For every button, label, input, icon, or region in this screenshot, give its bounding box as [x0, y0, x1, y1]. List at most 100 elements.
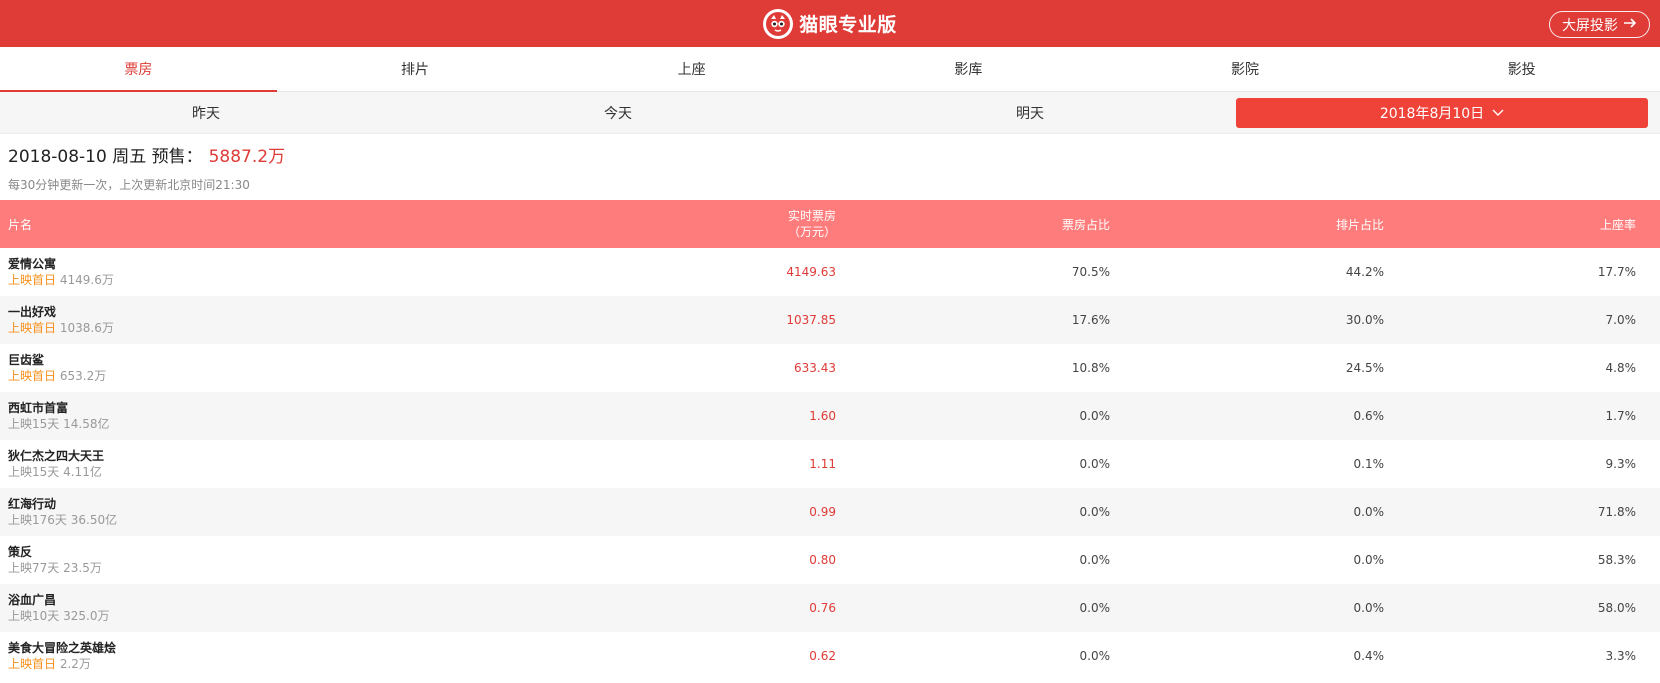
summary: 2018-08-10 周五 预售： 5887.2万 每30分钟更新一次，上次更新…: [0, 134, 1660, 200]
show-ratio: 0.0%: [1353, 553, 1385, 567]
release-tag: 上映10天: [8, 609, 60, 623]
table-row[interactable]: 巨齿鲨 上映首日 653.2万 633.43 10.8% 24.5% 4.8%: [0, 344, 1660, 392]
movie-subline: 上映10天 325.0万: [8, 608, 520, 624]
seat-rate: 71.8%: [1597, 505, 1636, 519]
seat-rate: 17.7%: [1597, 265, 1636, 279]
movie-title: 红海行动: [8, 497, 57, 511]
projection-button[interactable]: 大屏投影: [1549, 11, 1650, 38]
summary-date-label: 2018-08-10 周五 预售：: [8, 147, 203, 167]
box-office-ratio: 10.8%: [1071, 361, 1110, 375]
movie-subline: 上映首日 4149.6万: [8, 272, 520, 288]
movie-subline: 上映首日 1038.6万: [8, 320, 520, 336]
movie-cell: 一出好戏 上映首日 1038.6万: [0, 304, 520, 336]
show-ratio: 30.0%: [1345, 313, 1384, 327]
release-tag: 上映77天: [8, 561, 60, 575]
seat-rate: 3.3%: [1605, 649, 1637, 663]
realtime-box-office: 4149.63: [786, 265, 836, 279]
movie-title: 浴血广昌: [8, 593, 57, 607]
movie-title: 一出好戏: [8, 305, 57, 319]
date-picker-button[interactable]: 2018年8月10日: [1236, 97, 1648, 128]
cat-eye-logo-icon: [763, 8, 794, 39]
realtime-box-office: 1.60: [809, 409, 836, 423]
header-box-ratio: 票房占比: [1061, 217, 1110, 232]
box-office-ratio: 0.0%: [1079, 649, 1111, 663]
box-office-ratio: 0.0%: [1079, 505, 1111, 519]
total-gross: 2.2万: [59, 657, 91, 671]
box-office-ratio: 0.0%: [1079, 601, 1111, 615]
show-ratio: 44.2%: [1345, 265, 1384, 279]
table-row[interactable]: 浴血广昌 上映10天 325.0万 0.76 0.0% 0.0% 58.0%: [0, 584, 1660, 632]
top-bar: 猫眼专业版 大屏投影: [0, 0, 1660, 47]
date-tab-tomorrow[interactable]: 明天: [824, 103, 1236, 123]
main-nav: 票房 排片 上座 影库 影院 影投: [0, 47, 1660, 92]
tab-attendance[interactable]: 上座: [553, 47, 830, 91]
movie-subline: 上映77天 23.5万: [8, 560, 520, 576]
seat-rate: 9.3%: [1605, 457, 1637, 471]
movie-title: 巨齿鲨: [8, 353, 45, 367]
tab-box-office[interactable]: 票房: [0, 47, 277, 92]
projection-label: 大屏投影: [1562, 17, 1618, 34]
realtime-box-office: 1.11: [809, 457, 836, 471]
realtime-box-office: 633.43: [794, 361, 836, 375]
total-gross: 4.11亿: [63, 465, 102, 479]
table-row[interactable]: 策反 上映77天 23.5万 0.80 0.0% 0.0% 58.3%: [0, 536, 1660, 584]
movie-cell: 狄仁杰之四大天王 上映15天 4.11亿: [0, 448, 520, 480]
tab-cinemas[interactable]: 影院: [1107, 47, 1384, 91]
total-gross: 1038.6万: [59, 321, 114, 335]
movie-cell: 西虹市首富 上映15天 14.58亿: [0, 400, 520, 432]
table-row[interactable]: 一出好戏 上映首日 1038.6万 1037.85 17.6% 30.0% 7.…: [0, 296, 1660, 344]
movie-title: 西虹市首富: [8, 401, 69, 415]
arrow-right-icon: [1623, 17, 1637, 33]
seat-rate: 58.3%: [1597, 553, 1636, 567]
table-body: 爱情公寓 上映首日 4149.6万 4149.63 70.5% 44.2% 17…: [0, 248, 1660, 680]
release-tag: 上映176天: [8, 513, 67, 527]
movie-title: 爱情公寓: [8, 257, 57, 271]
table-row[interactable]: 红海行动 上映176天 36.50亿 0.99 0.0% 0.0% 71.8%: [0, 488, 1660, 536]
movie-cell: 红海行动 上映176天 36.50亿: [0, 496, 520, 528]
seat-rate: 4.8%: [1605, 361, 1637, 375]
box-office-ratio: 0.0%: [1079, 553, 1111, 567]
show-ratio: 0.0%: [1353, 601, 1385, 615]
date-tab-yesterday[interactable]: 昨天: [0, 103, 412, 123]
movie-cell: 美食大冒险之英雄烩 上映首日 2.2万: [0, 640, 520, 672]
table-row[interactable]: 西虹市首富 上映15天 14.58亿 1.60 0.0% 0.6% 1.7%: [0, 392, 1660, 440]
tab-investment[interactable]: 影投: [1383, 47, 1660, 91]
movie-cell: 爱情公寓 上映首日 4149.6万: [0, 256, 520, 288]
realtime-box-office: 0.76: [809, 601, 836, 615]
realtime-box-office: 1037.85: [786, 313, 836, 327]
brand-name: 猫眼专业版: [799, 14, 897, 36]
table-row[interactable]: 爱情公寓 上映首日 4149.6万 4149.63 70.5% 44.2% 17…: [0, 248, 1660, 296]
seat-rate: 58.0%: [1597, 601, 1636, 615]
release-tag: 上映15天: [8, 417, 60, 431]
realtime-box-office: 0.62: [809, 649, 836, 663]
box-office-ratio: 17.6%: [1071, 313, 1110, 327]
tab-film-library[interactable]: 影库: [830, 47, 1107, 91]
chevron-down-icon: [1492, 105, 1504, 121]
movie-subline: 上映176天 36.50亿: [8, 512, 520, 528]
movie-cell: 浴血广昌 上映10天 325.0万: [0, 592, 520, 624]
seat-rate: 7.0%: [1605, 313, 1637, 327]
tab-schedule[interactable]: 排片: [277, 47, 554, 91]
release-tag: 上映首日: [8, 369, 57, 383]
box-office-table: 片名 实时票房 （万元） 票房占比 排片占比 上座率 爱情公寓 上映首日 414…: [0, 200, 1660, 680]
header-name: 片名: [8, 217, 33, 232]
seat-rate: 1.7%: [1605, 409, 1637, 423]
release-tag: 上映15天: [8, 465, 60, 479]
movie-subline: 上映首日 653.2万: [8, 368, 520, 384]
date-picker-label: 2018年8月10日: [1379, 105, 1485, 122]
show-ratio: 0.1%: [1353, 457, 1385, 471]
header-seat-rate: 上座率: [1599, 217, 1636, 232]
box-office-ratio: 0.0%: [1079, 409, 1111, 423]
box-office-ratio: 0.0%: [1079, 457, 1111, 471]
total-gross: 14.58亿: [63, 417, 110, 431]
table-row[interactable]: 狄仁杰之四大天王 上映15天 4.11亿 1.11 0.0% 0.1% 9.3%: [0, 440, 1660, 488]
presale-value: 5887.2万: [208, 147, 286, 167]
total-gross: 653.2万: [59, 369, 107, 383]
release-tag: 上映首日: [8, 273, 57, 287]
release-tag: 上映首日: [8, 321, 57, 335]
date-bar: 昨天 今天 明天 2018年8月10日: [0, 92, 1660, 134]
date-tab-today[interactable]: 今天: [412, 103, 824, 123]
table-row[interactable]: 美食大冒险之英雄烩 上映首日 2.2万 0.62 0.0% 0.4% 3.3%: [0, 632, 1660, 680]
total-gross: 4149.6万: [59, 273, 114, 287]
summary-line: 2018-08-10 周五 预售： 5887.2万: [8, 142, 1652, 167]
